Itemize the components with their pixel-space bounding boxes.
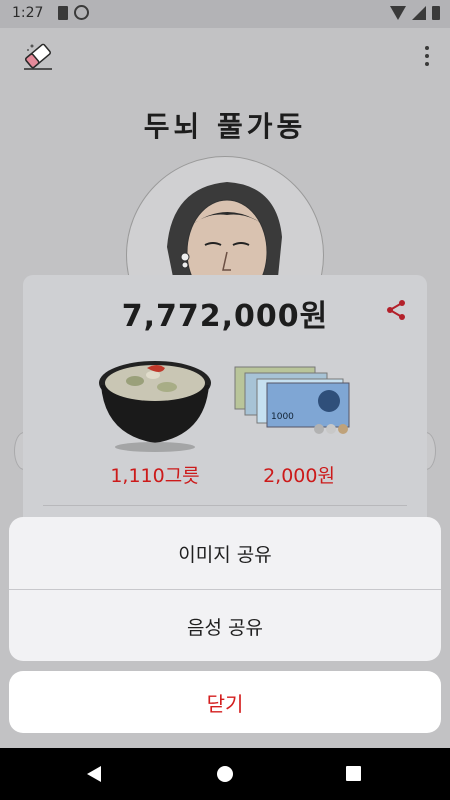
share-action-sheet: 이미지 공유 음성 공유 xyxy=(9,517,441,661)
home-icon[interactable] xyxy=(217,766,233,782)
battery-icon xyxy=(432,6,440,20)
close-button[interactable]: 닫기 xyxy=(9,671,441,733)
money-amount-label: 2,000원 xyxy=(263,465,335,487)
soup-bowl-image xyxy=(99,361,211,452)
banknotes-image: 1000 xyxy=(234,366,350,434)
status-right-icons xyxy=(390,6,440,20)
status-time: 1:27 xyxy=(12,5,44,21)
share-icon[interactable] xyxy=(385,299,407,321)
share-image-button[interactable]: 이미지 공유 xyxy=(9,517,441,589)
sim-card-icon xyxy=(58,6,68,20)
recents-icon[interactable] xyxy=(346,766,361,781)
card-divider xyxy=(43,505,407,506)
sync-icon xyxy=(74,5,89,20)
eraser-icon[interactable] xyxy=(22,41,54,71)
navigation-bar xyxy=(0,748,450,800)
total-amount: 7,772,000원 xyxy=(121,299,329,334)
share-voice-button[interactable]: 음성 공유 xyxy=(9,590,441,661)
back-icon[interactable] xyxy=(87,766,101,782)
app-bar xyxy=(0,28,450,84)
signal-icon xyxy=(412,6,426,20)
wifi-icon xyxy=(390,6,406,20)
page-title: 두뇌 풀가동 xyxy=(143,110,307,143)
status-bar: 1:27 xyxy=(0,0,450,28)
svg-text:1000: 1000 xyxy=(271,412,294,422)
more-vert-icon[interactable] xyxy=(424,46,430,66)
soup-count-label: 1,110그릇 xyxy=(110,465,200,487)
screen: 1:27 두뇌 풀가동 7,772,000원 1000 1,110그릇 2,00… xyxy=(0,0,450,800)
